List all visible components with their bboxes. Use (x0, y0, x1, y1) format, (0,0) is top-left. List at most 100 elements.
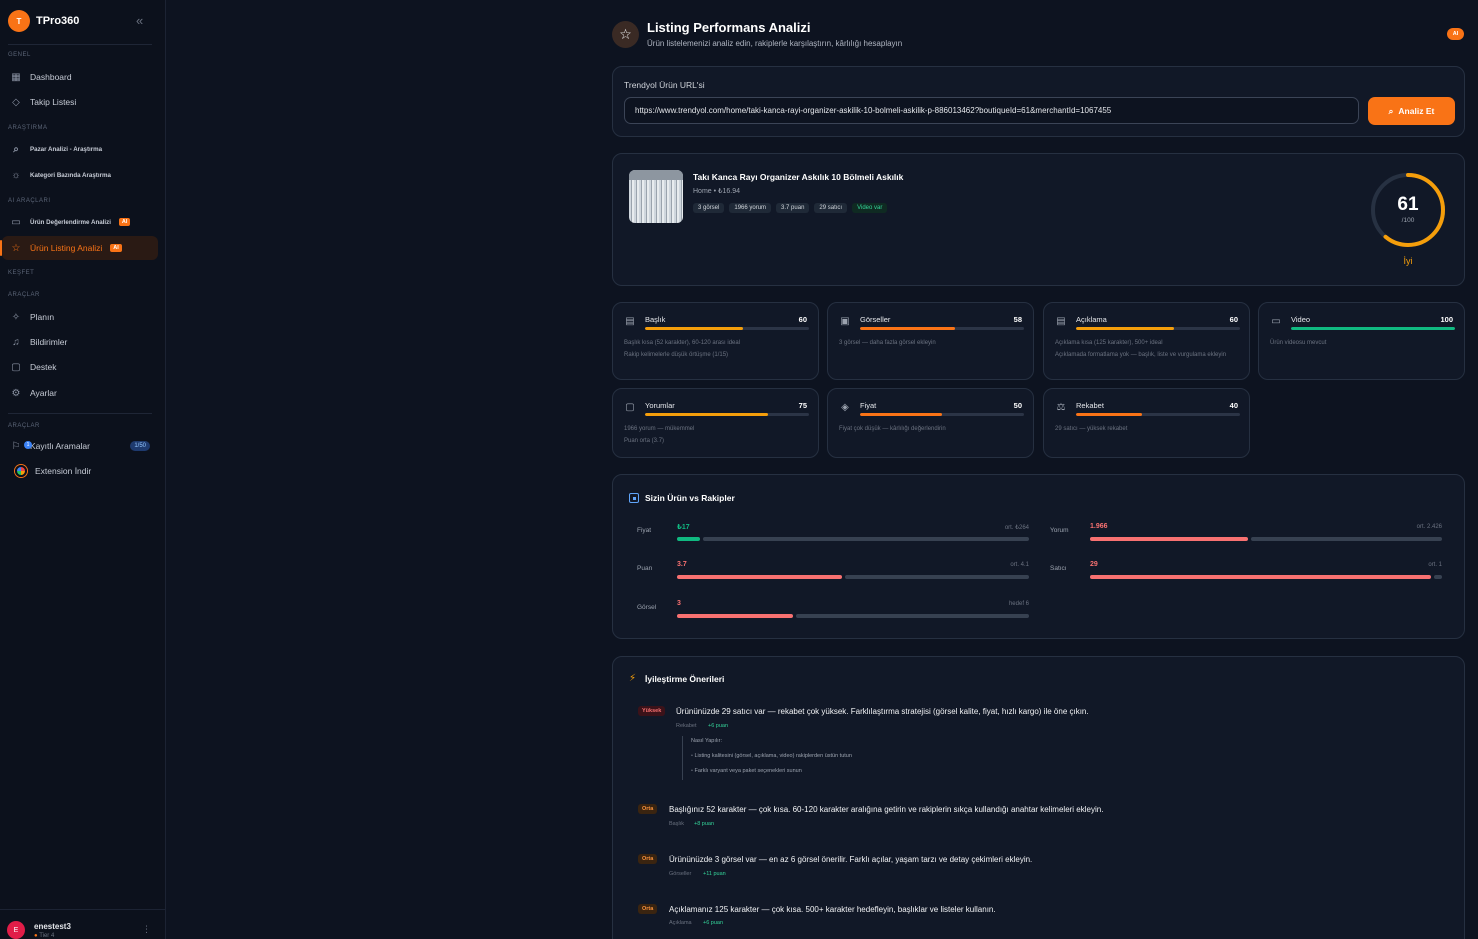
comparison-average: ort. 4.1 (1010, 562, 1029, 568)
comparison-bar-rest (1251, 537, 1442, 541)
metric-progress-fill (860, 327, 956, 330)
metric-progress-fill (860, 413, 942, 416)
chrome-icon (15, 465, 27, 477)
recommendation-points: +6 puan (703, 920, 724, 926)
product-chips: 3 görsel 1966 yorum 3.7 puan 29 satıcı V… (693, 203, 888, 213)
sidebar-item-extension[interactable]: Extension İndir (2, 459, 158, 483)
chat-icon: ▭ (11, 216, 21, 228)
metric-card: ▭ Video 100 Ürün videosu mevcut (1258, 302, 1465, 380)
star-icon: ☆ (612, 21, 639, 48)
metric-note: 1966 yorum — mükemmel (624, 426, 695, 432)
grid-icon (629, 493, 639, 503)
metric-progress (645, 327, 809, 330)
metric-score: 75 (798, 401, 807, 410)
metric-progress (1076, 413, 1240, 416)
metric-card: ⚖ Rekabet 40 29 satıcı — yüksek rekabet (1043, 388, 1250, 458)
sidebar-item-label: Dashboard (30, 72, 72, 82)
more-icon[interactable]: ⋮ (142, 924, 151, 935)
ai-tag: AI (118, 218, 131, 226)
metric-name: Görseller (860, 315, 891, 324)
comparison-bar-rest (796, 614, 1029, 618)
sidebar-item-urun-degerlendirme[interactable]: ▭ Ürün Değerlendirme Analizi AI (2, 210, 158, 234)
star-icon: ☆ (11, 242, 21, 254)
metric-card: ▤ Başlık 60 Başlık kısa (52 karakter), 6… (612, 302, 819, 380)
how-step: Listing kalitesini (görsel, açıklama, vi… (691, 753, 851, 759)
how-step: Farklı varyant veya paket seçenekleri su… (691, 768, 801, 774)
metric-note: Rakip kelimelerle düşük örtüşme (1/15) (624, 352, 729, 358)
sidebar-item-kayitli[interactable]: ⚐ 1 Kayıtlı Aramalar 1/50 (2, 434, 158, 458)
gear-icon: ⚙ (11, 387, 21, 399)
metric-progress (1291, 327, 1455, 330)
avatar: E (7, 921, 25, 939)
comparison-bar-rest (1434, 575, 1442, 579)
sidebar-item-label: Ürün Değerlendirme Analizi (30, 218, 111, 226)
recommendation-points: +11 puan (703, 871, 726, 877)
comparison-bar-rest (703, 537, 1029, 541)
metric-note: Puan orta (3.7) (624, 438, 665, 444)
brand-name: TPro360 (36, 15, 80, 27)
metric-note: 3 görsel — daha fazla görsel ekleyin (839, 340, 936, 346)
sidebar-item-listing[interactable]: ☆ Ürün Listing Analizi AI (0, 236, 158, 260)
metric-name: Başlık (645, 315, 666, 324)
chip-reviews: 1966 yorum (729, 203, 772, 213)
sidebar-item-label: Ayarlar (30, 388, 57, 398)
url-card: Trendyol Ürün URL'si ⌕ Analiz Et (612, 66, 1465, 137)
sidebar-item-planin[interactable]: ✧ Planın (2, 305, 158, 329)
sidebar-item-label: Takip Listesi (30, 97, 77, 107)
url-input[interactable] (624, 97, 1359, 124)
divider (8, 413, 152, 414)
comparison-bar-yours (1090, 537, 1248, 541)
search-icon: ⌕ (13, 143, 19, 155)
sidebar-item-kategori[interactable]: ☼ Kategori Bazında Araştırma (2, 163, 158, 187)
metric-progress-fill (645, 413, 768, 416)
user-bar[interactable]: E enestest3 Tier 4 ⋮ (0, 909, 166, 939)
product-card: Takı Kanca Rayı Organizer Askılık 10 Böl… (612, 153, 1465, 286)
comparison-bar-yours (677, 614, 793, 618)
chip-images: 3 görsel (693, 203, 725, 213)
comparison-card: Sizin Ürün vs Rakipler Fiyat ₺17 ort. ₺2… (612, 474, 1465, 639)
chip-video: Video var (852, 203, 888, 213)
comparison-label: Yorum (1050, 527, 1069, 534)
score-denominator: /100 (1401, 217, 1415, 224)
collapse-sidebar-icon[interactable]: « (136, 13, 143, 28)
ai-tag: AI (110, 244, 122, 252)
chip-sellers: 29 satıcı (814, 203, 848, 213)
metric-score: 50 (1013, 401, 1022, 410)
metric-card: ▣ Görseller 58 3 görsel — daha fazla gör… (827, 302, 1034, 380)
comparison-bar-yours (677, 575, 842, 579)
bookmark-icon: ⚐ 1 (10, 440, 32, 452)
sidebar-item-ayarlar[interactable]: ⚙ Ayarlar (2, 381, 158, 405)
metric-score: 60 (798, 315, 807, 324)
recommendation-category: Rekabet (676, 723, 697, 729)
sidebar-item-label: Ürün Listing Analizi (30, 243, 103, 253)
comparison-bar-yours (1090, 575, 1431, 579)
sidebar-item-label: Kayıtlı Aramalar (30, 441, 90, 451)
metric-note: Fiyat çok düşük — kârlılığı değerlendiri… (839, 426, 946, 432)
recommendation-text: Ürününüzde 29 satıcı var — rekabet çok y… (676, 707, 1089, 716)
analyze-button[interactable]: ⌕ Analiz Et (1368, 97, 1455, 125)
sidebar: T TPro360 « GENEL ▦ Dashboard ◇ Takip Li… (0, 0, 166, 939)
bell-icon: ♫ (12, 336, 20, 348)
sidebar-item-label: Extension İndir (35, 466, 92, 476)
recommendation-category: Görseller (669, 871, 692, 877)
recommendation-category: Açıklama (669, 920, 692, 926)
sidebar-item-bildirimler[interactable]: ♫ Bildirimler (2, 330, 158, 354)
sidebar-item-pazar[interactable]: ⌕ Pazar Analizi - Araştırma (2, 137, 158, 161)
metric-card: ◈ Fiyat 50 Fiyat çok düşük — kârlılığı d… (827, 388, 1034, 458)
sidebar-item-label: Bildirimler (30, 337, 68, 347)
recommendation-points: +6 puan (708, 723, 729, 729)
metric-score: 60 (1229, 315, 1238, 324)
brand[interactable]: T TPro360 (8, 10, 79, 32)
product-image (629, 170, 683, 223)
sidebar-item-destek[interactable]: ▢ Destek (2, 355, 158, 379)
metric-name: Açıklama (1076, 315, 1107, 324)
section-kesfet: KEŞFET (8, 270, 35, 276)
sidebar-item-takip[interactable]: ◇ Takip Listesi (2, 90, 158, 114)
priority-badge: Orta (638, 854, 658, 864)
competition-icon: ⚖ (1056, 401, 1066, 413)
sidebar-item-dashboard[interactable]: ▦ Dashboard (2, 65, 158, 89)
comparison-average: ort. 2.426 (1416, 524, 1442, 530)
section-araclar: ARAÇLAR (8, 292, 40, 298)
metric-card: ▤ Açıklama 60 Açıklama kısa (125 karakte… (1043, 302, 1250, 380)
product-meta: Home • ₺16.94 (693, 188, 740, 195)
